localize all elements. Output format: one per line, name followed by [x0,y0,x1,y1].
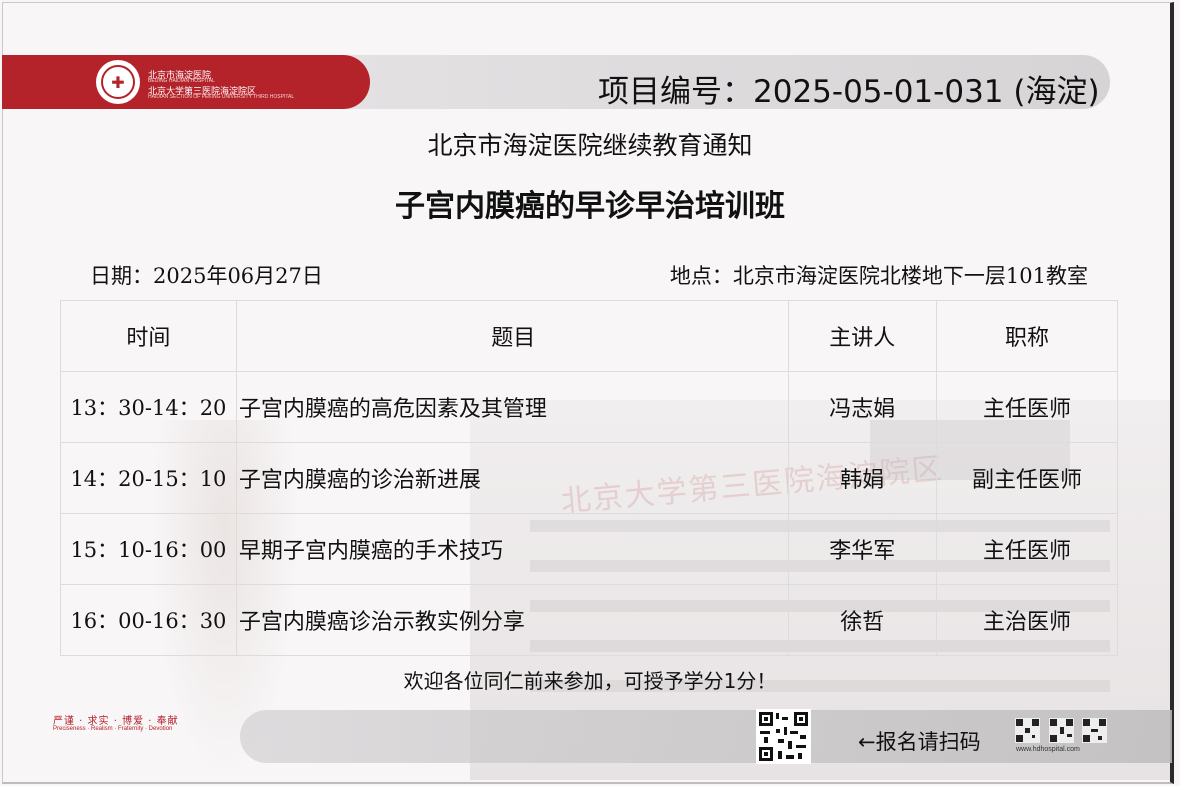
site-url: www.hdhospital.com [1016,746,1080,753]
row-speaker: 李华军 [787,513,937,585]
row-topic: 子宫内膜癌诊治示教实例分享 [235,584,789,656]
course-title: 子宫内膜癌的早诊早治培训班 [395,189,785,224]
motto-cn: 严谨 · 求实 · 博爱 · 奉献 [53,716,179,727]
signup-qr-code-icon[interactable] [756,709,811,764]
project-number: 项目编号：2025-05-01-031 (海淀) [598,74,1100,110]
table-row: 15：10-16：00 早期子宫内膜癌的手术技巧 李华军 主任医师 [60,513,1119,585]
table-row: 14：20-15：10 子宫内膜癌的诊治新进展 韩娟 副主任医师 [60,442,1119,514]
header-title: 职称 [935,300,1119,372]
table-row: 13：30-14：20 子宫内膜癌的高危因素及其管理 冯志娟 主任医师 [60,371,1119,443]
qr-code-icon [1082,718,1107,743]
motto-en: Preciseness · Realism · Fraternity · Dev… [53,726,173,732]
header-time: 时间 [60,300,237,372]
row-topic: 早期子宫内膜癌的手术技巧 [235,513,789,585]
header-speaker: 主讲人 [787,300,937,372]
row-title: 主治医师 [935,584,1119,656]
row-time: 15：10-16：00 [60,513,237,585]
row-title: 主任医师 [935,513,1119,585]
event-date: 日期：2025年06月27日 [90,264,323,288]
row-topic: 子宫内膜癌的诊治新进展 [235,442,789,514]
hospital-logo-icon: ✚ [96,60,140,104]
table-row: 16：00-16：30 子宫内膜癌诊治示教实例分享 徐哲 主治医师 [60,584,1119,656]
row-title: 副主任医师 [935,442,1119,514]
row-time: 13：30-14：20 [60,371,237,443]
row-speaker: 冯志娟 [787,371,937,443]
row-topic: 子宫内膜癌的高危因素及其管理 [235,371,789,443]
header-topic: 题目 [235,300,789,372]
notice-title: 北京市海淀医院继续教育通知 [427,131,753,160]
qr-code-icon [1015,718,1040,743]
table-header-row: 时间 题目 主讲人 职称 [60,300,1119,372]
row-time: 16：00-16：30 [60,584,237,656]
row-speaker: 徐哲 [787,584,937,656]
event-location: 地点：北京市海淀医院北楼地下一层101教室 [669,264,1088,288]
signup-instruction: ←报名请扫码 [858,730,981,754]
qr-code-icon [1049,718,1074,743]
row-time: 14：20-15：10 [60,442,237,514]
schedule-table: 时间 题目 主讲人 职称 13：30-14：20 子宫内膜癌的高危因素及其管理 … [60,300,1119,656]
row-speaker: 韩娟 [787,442,937,514]
row-title: 主任医师 [935,371,1119,443]
hospital-sub-en: HAIDIAN SECTION OF PEKING UNIVERSITY THI… [148,94,295,100]
welcome-message: 欢迎各位同仁前来参加，可授予学分1分！ [403,669,777,693]
